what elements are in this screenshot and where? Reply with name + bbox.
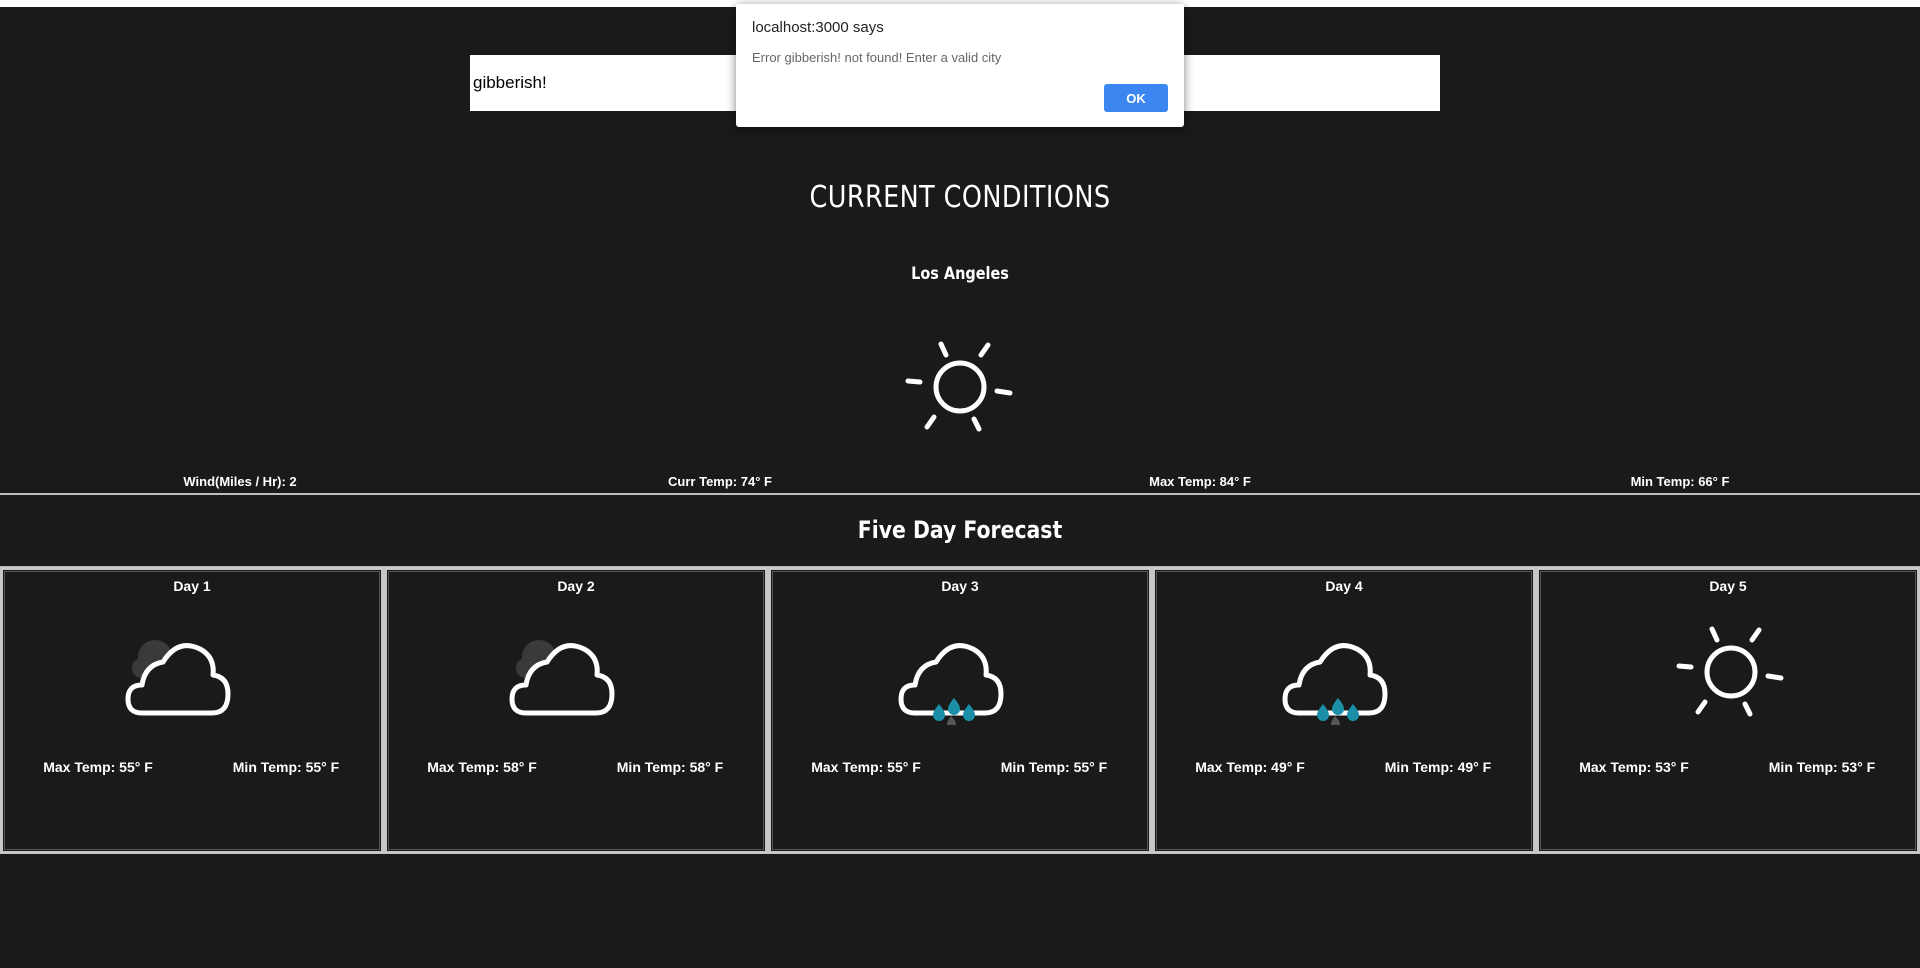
cloudy-icon: [509, 640, 615, 716]
day-max-temp: Max Temp: 49° F: [1195, 759, 1305, 775]
day-max-temp: Max Temp: 55° F: [811, 759, 921, 775]
day-max-temp: Max Temp: 58° F: [427, 759, 537, 775]
rain-icon: [898, 643, 1004, 725]
cloudy-icon: [125, 640, 231, 716]
forecast-row: Day 1 Max Temp: 55° F Min Temp: 55° F Da…: [0, 567, 1920, 854]
forecast-day-card: Day 2 Max Temp: 58° F Min Temp: 58° F: [384, 567, 768, 854]
day-min-temp: Min Temp: 55° F: [232, 759, 340, 775]
wind-stat: Wind(Miles / Hr): 2: [183, 474, 297, 489]
day-min-temp: Min Temp: 58° F: [616, 759, 724, 775]
dialog-title: localhost:3000 says: [752, 19, 884, 36]
day-label: Day 5: [1709, 578, 1747, 594]
forecast-title: Five Day Forecast: [857, 516, 1063, 544]
day-label: Day 4: [1325, 578, 1363, 594]
max-temp-stat: Max Temp: 84° F: [1149, 474, 1251, 489]
day-min-temp: Min Temp: 55° F: [1000, 759, 1108, 775]
day-max-temp: Max Temp: 55° F: [43, 759, 153, 775]
forecast-day-card: Day 3 Max Temp: 55° F Min Temp: 55° F: [768, 567, 1152, 854]
alert-dialog: localhost:3000 says Error gibberish! not…: [736, 4, 1184, 127]
day-min-temp: Min Temp: 53° F: [1768, 759, 1876, 775]
current-temp-stat: Curr Temp: 74° F: [668, 474, 772, 489]
sun-icon: [1676, 626, 1784, 717]
day-min-temp: Min Temp: 49° F: [1384, 759, 1492, 775]
city-name: Los Angeles: [911, 264, 1009, 284]
dialog-message: Error gibberish! not found! Enter a vali…: [752, 50, 1002, 65]
forecast-day-card: Day 1 Max Temp: 55° F Min Temp: 55° F: [0, 567, 384, 854]
current-stats-row: Wind(Miles / Hr): 2 Curr Temp: 74° F Max…: [0, 474, 1920, 492]
rain-icon: [1282, 643, 1388, 725]
min-temp-stat: Min Temp: 66° F: [1630, 474, 1730, 489]
day-max-temp: Max Temp: 53° F: [1579, 759, 1689, 775]
day-label: Day 3: [941, 578, 979, 594]
sun-icon: [905, 341, 1013, 432]
ok-button[interactable]: OK: [1104, 84, 1168, 112]
forecast-day-card: Day 5 Max Temp: 53° F Min Temp: 53° F: [1536, 567, 1920, 854]
section-divider: [0, 493, 1920, 495]
day-label: Day 2: [557, 578, 595, 594]
current-conditions-title: CURRENT CONDITIONS: [809, 180, 1111, 215]
forecast-day-card: Day 4 Max Temp: 49° F Min Temp: 49° F: [1152, 567, 1536, 854]
day-label: Day 1: [173, 578, 211, 594]
